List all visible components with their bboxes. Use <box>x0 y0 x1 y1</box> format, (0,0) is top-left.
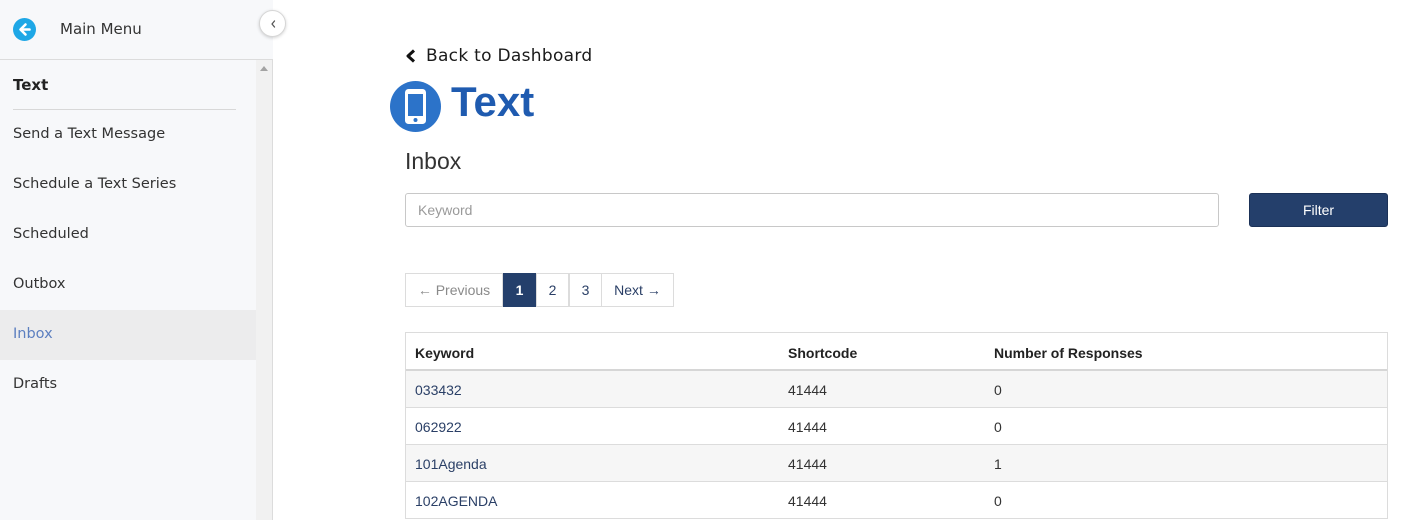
table-row[interactable]: 101Agenda 41444 1 <box>406 445 1387 482</box>
sidebar-item-label: Send a Text Message <box>13 126 166 142</box>
keyword-link[interactable]: 062922 <box>415 419 462 435</box>
column-header-keyword[interactable]: Keyword <box>415 345 474 361</box>
sidebar-item-label: Outbox <box>13 276 66 292</box>
sidebar-collapse-button[interactable] <box>259 10 286 37</box>
sidebar-item-inbox[interactable]: Inbox <box>0 310 256 360</box>
shortcode-cell: 41444 <box>788 456 827 472</box>
chevron-left-icon <box>406 49 416 63</box>
sidebar-item-label: Schedule a Text Series <box>13 176 177 192</box>
app-title: Text <box>451 78 535 125</box>
sidebar-scrollbar[interactable] <box>256 60 272 520</box>
sidebar-item-drafts[interactable]: Drafts <box>0 360 256 410</box>
responses-cell: 1 <box>994 456 1002 472</box>
sidebar-item-label: Scheduled <box>13 226 89 242</box>
table-row[interactable]: 102AGENDA 41444 0 <box>406 482 1387 519</box>
sidebar-item-send-text[interactable]: Send a Text Message <box>0 110 256 160</box>
keyword-search-input[interactable] <box>405 193 1219 227</box>
table-header-row: Keyword Shortcode Number of Responses <box>406 333 1387 371</box>
keyword-link[interactable]: 102AGENDA <box>415 493 497 509</box>
smartphone-icon <box>390 81 441 132</box>
filter-button[interactable]: Filter <box>1249 193 1388 227</box>
sidebar-item-outbox[interactable]: Outbox <box>0 260 256 310</box>
back-link-label: Back to Dashboard <box>426 46 593 66</box>
keyword-link[interactable]: 101Agenda <box>415 456 487 472</box>
sidebar: Main Menu Text Send a Text Message Sched… <box>0 0 273 520</box>
sidebar-header: Main Menu <box>0 0 273 60</box>
inbox-table: Keyword Shortcode Number of Responses 03… <box>405 332 1388 519</box>
page-title: Inbox <box>405 148 462 174</box>
sidebar-item-label: Inbox <box>13 326 53 342</box>
sidebar-section-title: Text <box>13 76 49 94</box>
next-page-button[interactable]: Next → <box>601 273 674 307</box>
shortcode-cell: 41444 <box>788 419 827 435</box>
keyword-link[interactable]: 033432 <box>415 382 462 398</box>
column-header-shortcode[interactable]: Shortcode <box>788 345 857 361</box>
arrow-left-circle-icon[interactable] <box>13 18 36 41</box>
sidebar-item-schedule-series[interactable]: Schedule a Text Series <box>0 160 256 210</box>
sidebar-item-scheduled[interactable]: Scheduled <box>0 210 256 260</box>
main-menu-title[interactable]: Main Menu <box>60 20 142 38</box>
responses-cell: 0 <box>994 419 1002 435</box>
table-row[interactable]: 033432 41444 0 <box>406 371 1387 408</box>
table-row[interactable]: 062922 41444 0 <box>406 408 1387 445</box>
sidebar-item-label: Drafts <box>13 376 58 392</box>
page-1-button[interactable]: 1 <box>503 273 536 307</box>
shortcode-cell: 41444 <box>788 382 827 398</box>
previous-page-button[interactable]: ← Previous <box>405 273 503 307</box>
column-header-responses[interactable]: Number of Responses <box>994 345 1143 361</box>
page-2-button[interactable]: 2 <box>536 273 569 307</box>
page-3-button[interactable]: 3 <box>569 273 602 307</box>
chevron-left-icon <box>271 20 276 28</box>
scroll-up-arrow-icon[interactable] <box>260 66 268 71</box>
responses-cell: 0 <box>994 382 1002 398</box>
responses-cell: 0 <box>994 493 1002 509</box>
shortcode-cell: 41444 <box>788 493 827 509</box>
